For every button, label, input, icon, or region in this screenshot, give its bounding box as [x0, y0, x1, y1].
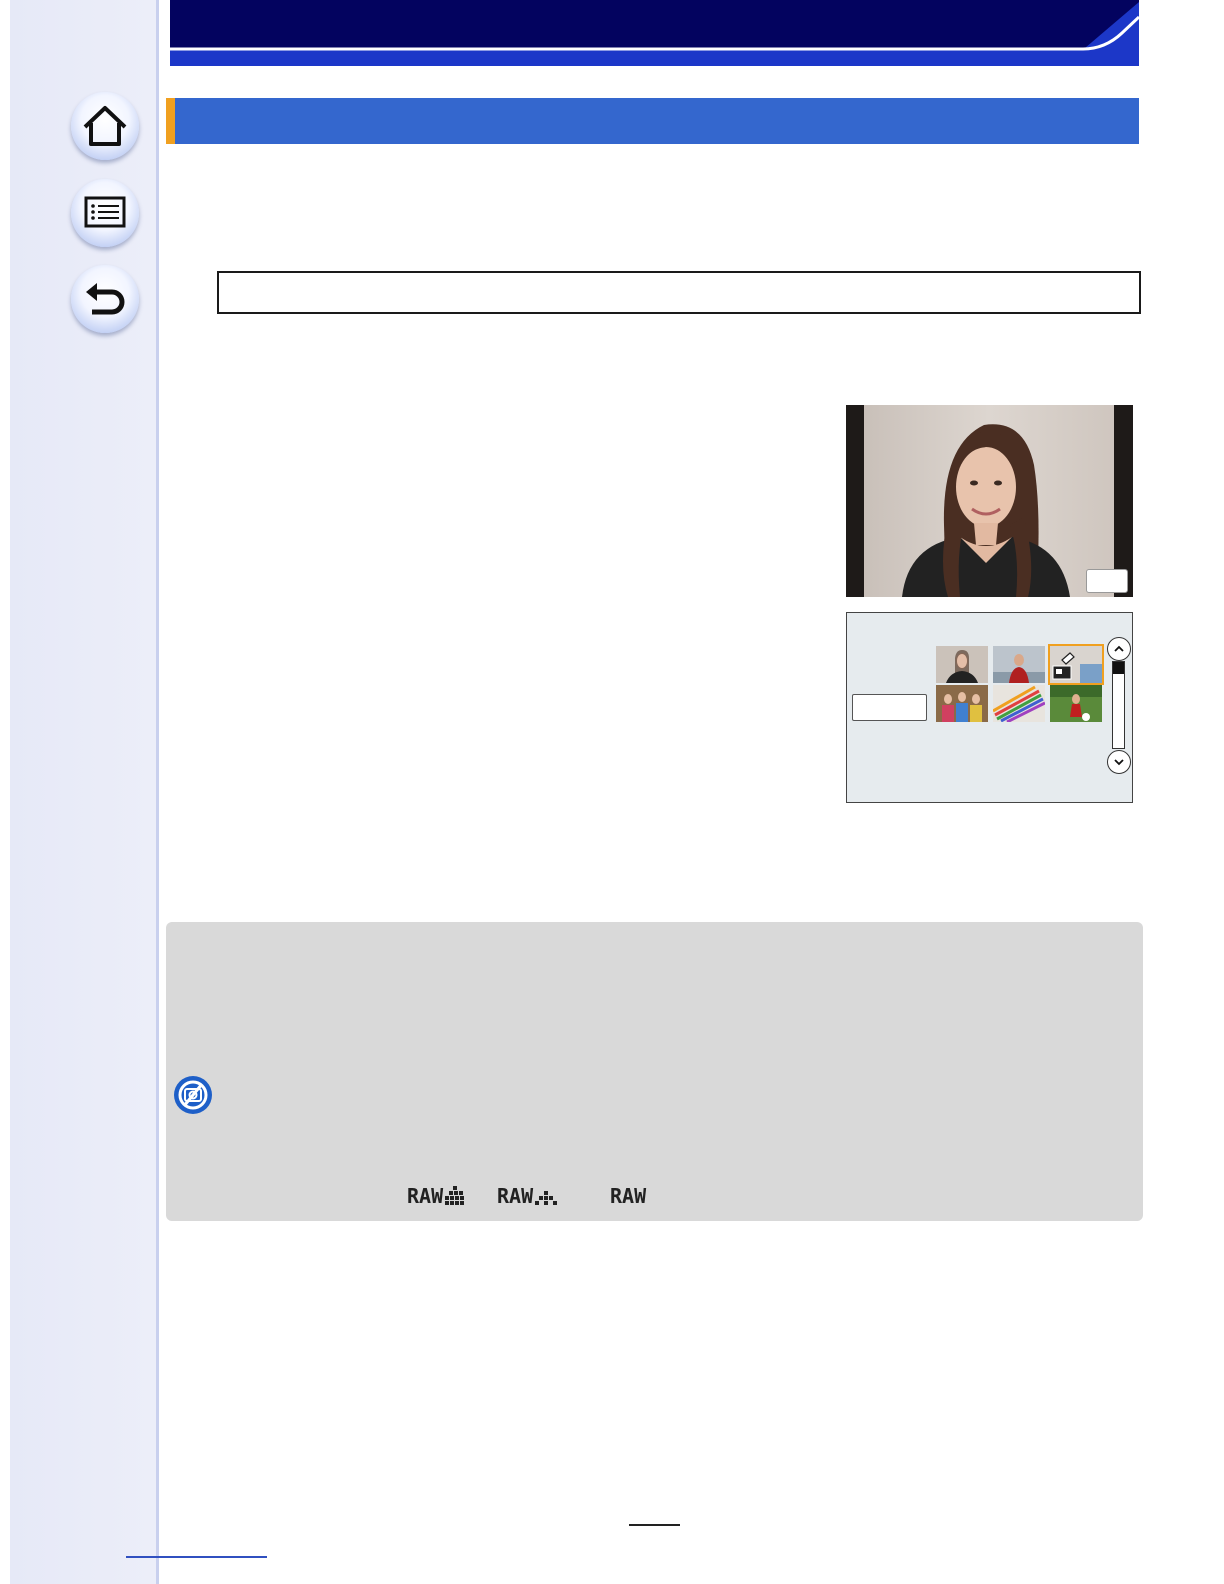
menu-button[interactable] [71, 179, 139, 247]
notes-panel [166, 922, 1143, 1221]
scrollbar-thumb[interactable] [1113, 662, 1124, 674]
boxed-note [217, 271, 1141, 314]
thumbnail-2[interactable] [993, 646, 1045, 683]
raw-fine-label: RAW [407, 1181, 467, 1211]
list-icon [84, 196, 126, 228]
chevron-down-icon [1114, 759, 1124, 766]
playback-screen [846, 405, 1133, 597]
image-selection-screen [846, 612, 1133, 803]
thumbnail-3-selected[interactable] [1048, 644, 1104, 685]
back-button[interactable] [71, 265, 139, 333]
section-accent [166, 98, 175, 144]
thumbnail-1[interactable] [936, 646, 988, 683]
standard-quality-icon [535, 1191, 558, 1205]
thumbnail-6[interactable] [1050, 685, 1102, 722]
raw-standard-text: RAW [497, 1184, 534, 1208]
page-number [629, 1500, 680, 1526]
playback-badge [1086, 569, 1128, 593]
chevron-up-icon [1114, 645, 1124, 652]
raw-standard-label: RAW [497, 1181, 558, 1211]
section-title-bar [166, 98, 1139, 144]
thumbnail-4[interactable] [936, 685, 988, 722]
selection-label-box[interactable] [852, 694, 927, 721]
raw-fine-text: RAW [407, 1184, 444, 1208]
scroll-down-button[interactable] [1107, 750, 1131, 774]
back-arrow-icon [86, 283, 125, 315]
scroll-up-button[interactable] [1107, 637, 1131, 661]
fine-quality-icon [445, 1186, 465, 1205]
portrait-photo [864, 405, 1114, 597]
raw-only-text: RAW [610, 1184, 647, 1208]
home-button[interactable] [71, 92, 139, 160]
home-icon [83, 106, 127, 146]
scrollbar[interactable] [1112, 661, 1125, 749]
not-available-icon [173, 1075, 213, 1115]
thumbnail-5[interactable] [993, 685, 1045, 722]
raw-only-label: RAW [610, 1181, 646, 1211]
chapter-header-bar [170, 0, 1139, 66]
footer-link-underline[interactable] [126, 1556, 267, 1558]
